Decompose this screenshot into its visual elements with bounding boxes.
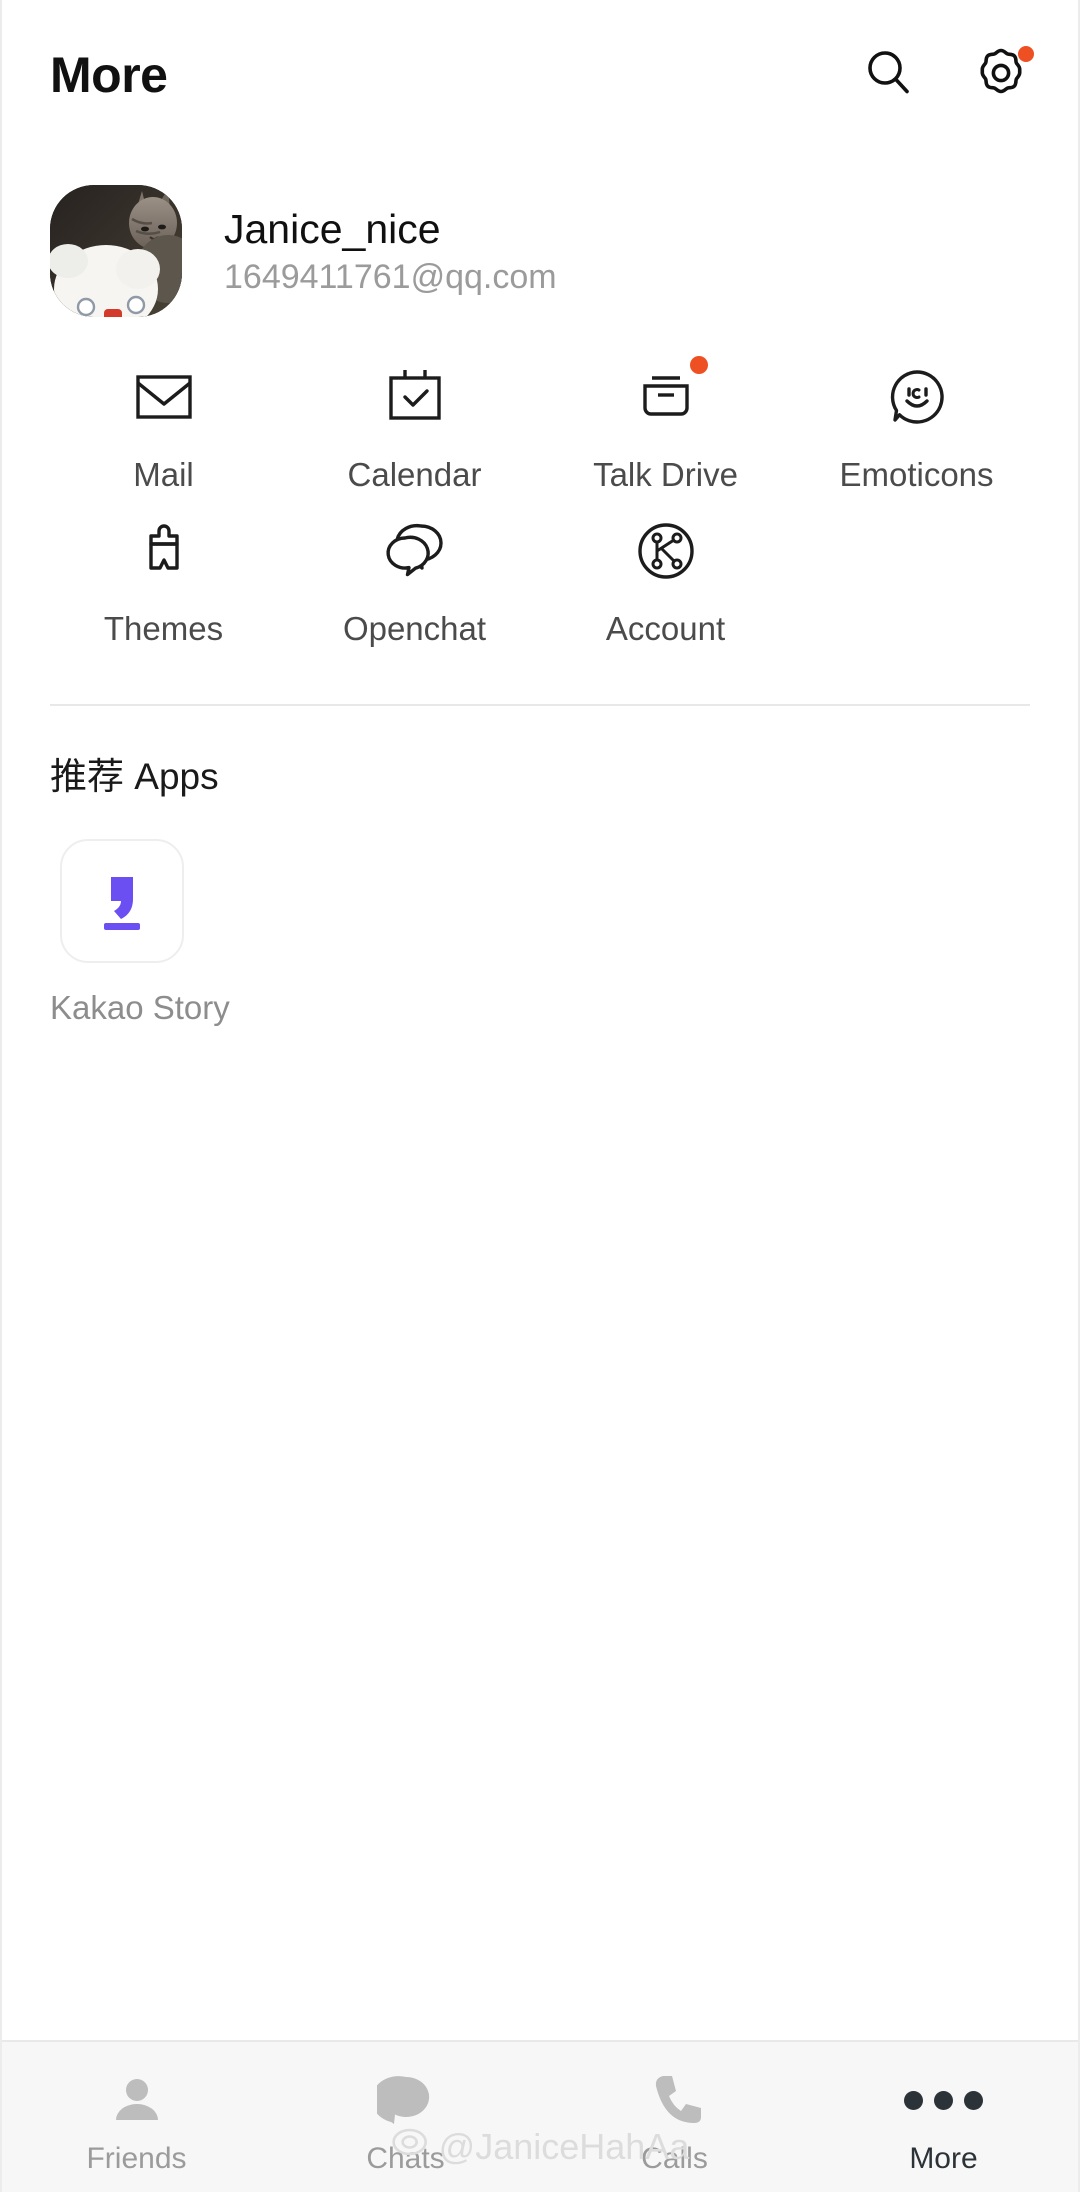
kakao-account-node-icon bbox=[620, 506, 712, 596]
paintbrush-icon bbox=[118, 506, 210, 596]
nav-label: Friends bbox=[86, 2142, 187, 2175]
avatar[interactable] bbox=[50, 185, 182, 317]
nav-item-friends[interactable]: Friends bbox=[2, 2068, 271, 2176]
app-kakao-story[interactable]: Kakao Story bbox=[50, 839, 230, 1027]
section-title: 推荐 Apps bbox=[50, 756, 219, 797]
page-title: More bbox=[50, 47, 168, 103]
shortcut-account[interactable]: Account bbox=[540, 494, 791, 648]
search-button[interactable] bbox=[858, 44, 920, 106]
shortcut-grid: Mail Calendar Talk Drive Emoticons Theme… bbox=[2, 318, 1078, 648]
shortcut-talk-drive[interactable]: Talk Drive bbox=[540, 340, 791, 494]
apps-row: Kakao Story bbox=[50, 839, 1030, 1027]
shortcut-emoticons[interactable]: Emoticons bbox=[791, 340, 1042, 494]
app-header: More bbox=[2, 0, 1078, 150]
ellipsis-dots bbox=[904, 2090, 983, 2110]
envelope-icon bbox=[118, 352, 210, 442]
header-actions bbox=[858, 44, 1034, 106]
shortcut-calendar[interactable]: Calendar bbox=[289, 340, 540, 494]
shortcut-openchat[interactable]: Openchat bbox=[289, 494, 540, 648]
app-label: Kakao Story bbox=[50, 989, 230, 1026]
shortcut-label: Calendar bbox=[347, 456, 482, 493]
nav-label: More bbox=[909, 2142, 978, 2175]
nav-item-chats[interactable]: Chats bbox=[271, 2068, 540, 2176]
search-icon bbox=[861, 45, 917, 106]
smiley-bubble-icon bbox=[871, 352, 963, 442]
shortcut-label: Talk Drive bbox=[593, 456, 738, 493]
phone-icon bbox=[643, 2068, 707, 2132]
avatar-image bbox=[50, 185, 182, 317]
app-screen: More Janice_nice 1649411761@qq.com Mail … bbox=[0, 0, 1080, 2192]
nav-item-more[interactable]: More bbox=[809, 2068, 1078, 2176]
speech-bubble-icon bbox=[374, 2068, 438, 2132]
shortcut-mail[interactable]: Mail bbox=[38, 340, 289, 494]
bottom-navigation: Friends Chats Calls More bbox=[2, 2040, 1078, 2192]
profile-email: 1649411761@qq.com bbox=[224, 257, 557, 296]
shortcut-label: Openchat bbox=[342, 610, 487, 647]
calendar-check-icon bbox=[369, 352, 461, 442]
recommended-apps-section: 推荐 Apps Kakao Story bbox=[2, 706, 1078, 1027]
shortcut-label: Emoticons bbox=[839, 456, 994, 493]
drive-box-icon bbox=[620, 352, 712, 442]
talk-drive-badge-dot bbox=[689, 356, 708, 374]
profile-text: Janice_nice 1649411761@qq.com bbox=[224, 205, 557, 296]
profile-name: Janice_nice bbox=[224, 205, 441, 252]
profile-row[interactable]: Janice_nice 1649411761@qq.com bbox=[2, 150, 1078, 318]
shortcut-label: Themes bbox=[103, 610, 224, 647]
double-speech-bubble-icon bbox=[369, 506, 461, 596]
shortcut-label: Mail bbox=[133, 456, 194, 493]
nav-label: Chats bbox=[366, 2142, 445, 2175]
settings-button[interactable] bbox=[970, 44, 1034, 106]
shortcut-empty-slot bbox=[791, 494, 1042, 648]
shortcut-themes[interactable]: Themes bbox=[38, 494, 289, 648]
ellipsis-icon bbox=[904, 2068, 983, 2132]
kakao-story-icon bbox=[60, 839, 184, 963]
shortcut-label: Account bbox=[605, 610, 726, 647]
settings-badge-dot bbox=[1018, 46, 1034, 62]
nav-label: Calls bbox=[641, 2142, 708, 2175]
person-icon bbox=[105, 2068, 169, 2132]
nav-item-calls[interactable]: Calls bbox=[540, 2068, 809, 2176]
